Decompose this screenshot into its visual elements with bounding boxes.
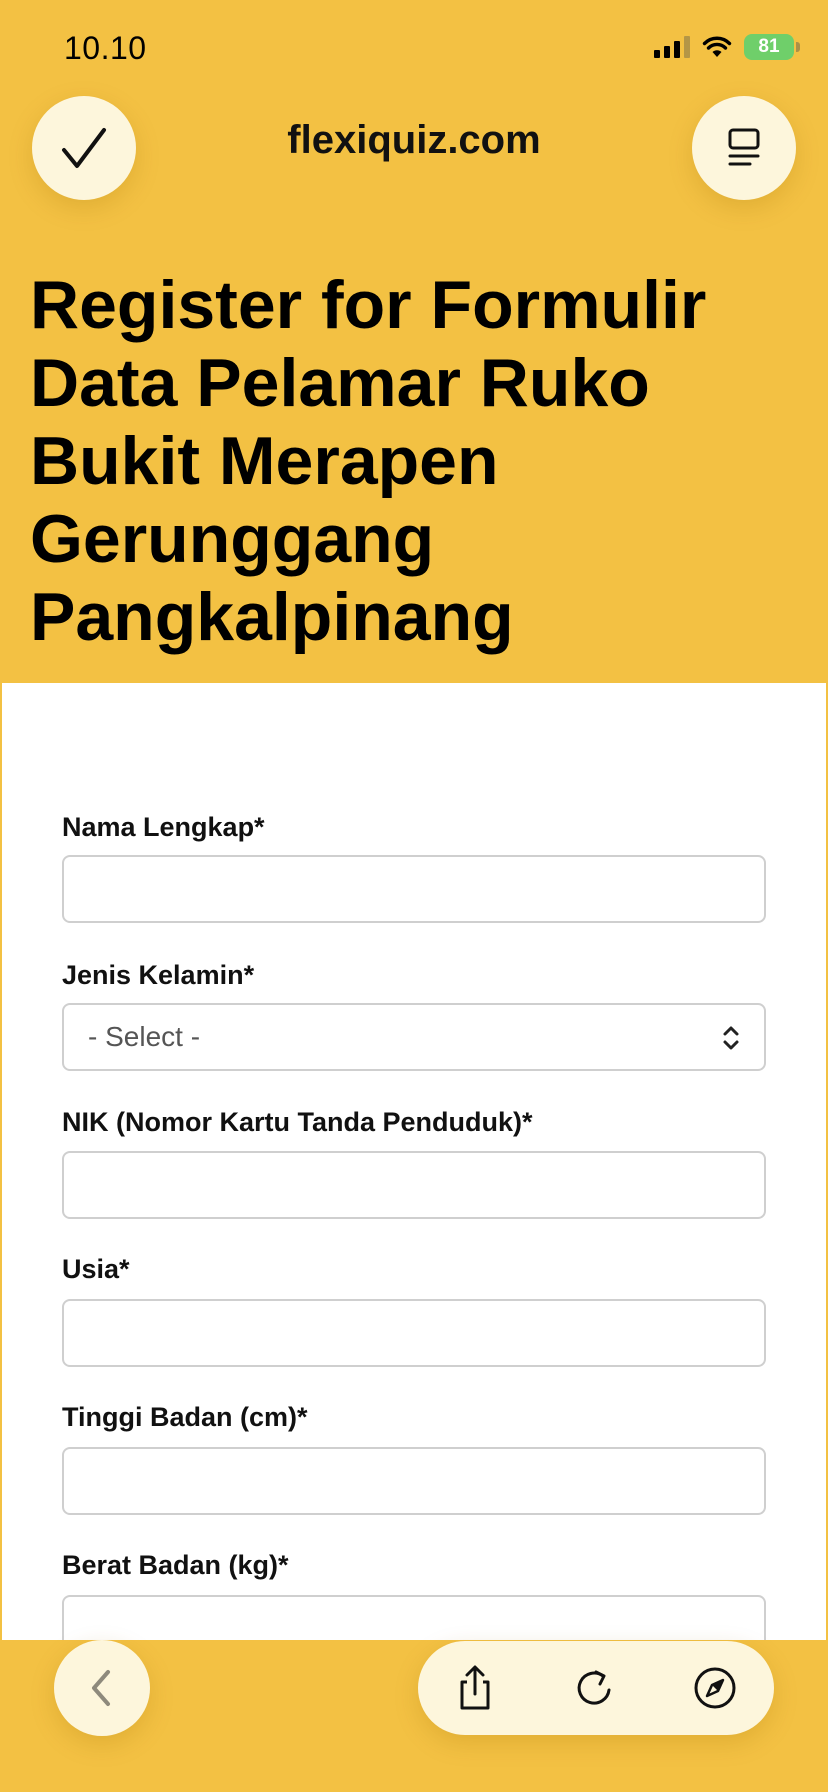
back-button[interactable] (54, 1640, 150, 1736)
label-tinggi-badan: Tinggi Badan (cm)* (62, 1402, 308, 1432)
wifi-icon (702, 36, 732, 57)
status-time: 10.10 (64, 30, 147, 66)
back-icon (92, 1670, 110, 1706)
nama-lengkap-input[interactable] (62, 855, 766, 923)
reload-button[interactable] (570, 1663, 620, 1713)
battery-level: 81 (758, 36, 780, 57)
tinggi-badan-input[interactable] (62, 1447, 766, 1515)
select-chevron-icon (723, 1026, 739, 1050)
registration-form: Nama Lengkap* Jenis Kelamin* - Select - … (2, 683, 826, 1640)
berat-badan-input[interactable] (62, 1595, 766, 1640)
share-button[interactable] (450, 1663, 500, 1713)
label-jenis-kelamin: Jenis Kelamin* (62, 960, 255, 990)
browser-actions (418, 1641, 774, 1735)
menu-button[interactable] (692, 96, 796, 200)
label-nama-lengkap: Nama Lengkap* (62, 812, 265, 842)
reload-icon (577, 1670, 611, 1705)
nik-input[interactable] (62, 1151, 766, 1219)
label-nik: NIK (Nomor Kartu Tanda Penduduk)* (62, 1107, 533, 1137)
share-icon (460, 1665, 490, 1710)
battery-indicator: 81 (744, 34, 800, 60)
usia-input[interactable] (62, 1299, 766, 1367)
cellular-signal-icon (654, 36, 690, 58)
label-berat-badan: Berat Badan (kg)* (62, 1550, 289, 1580)
compass-icon (694, 1667, 736, 1709)
select-value: - Select - (88, 1021, 201, 1052)
compass-button[interactable] (690, 1663, 740, 1713)
status-icons: 81 (654, 34, 800, 60)
label-usia: Usia* (62, 1254, 130, 1284)
page-title: Register for Formulir Data Pelamar Ruko … (30, 267, 707, 655)
menu-icon (728, 128, 760, 166)
jenis-kelamin-select[interactable]: - Select - (62, 1003, 766, 1071)
status-bar: 10.10 81 (0, 0, 828, 92)
